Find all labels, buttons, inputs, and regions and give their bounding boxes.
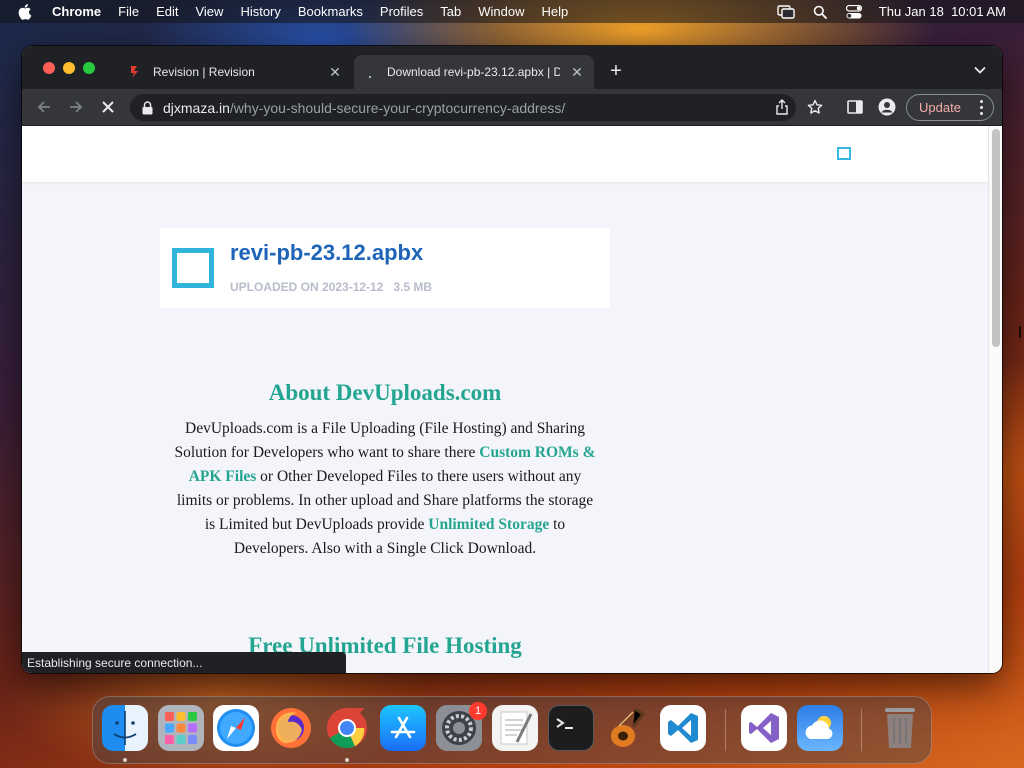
tab-revision[interactable]: Revision | Revision ✕	[120, 55, 352, 89]
dock: 1	[92, 696, 932, 764]
scrollbar-thumb[interactable]	[992, 129, 1000, 347]
launchpad-icon[interactable]	[158, 705, 204, 751]
file-meta: UPLOADED ON 2023-12-12 3.5 MB	[230, 280, 432, 294]
file-info-card: revi-pb-23.12.apbx UPLOADED ON 2023-12-1…	[160, 228, 610, 308]
about-highlight-unlimited-storage: Unlimited Storage	[428, 516, 550, 533]
more-menu-icon[interactable]	[980, 100, 984, 115]
file-icon	[172, 248, 214, 288]
control-center-icon[interactable]	[845, 4, 863, 19]
url-host: djxmaza.in	[163, 99, 230, 116]
finder-icon[interactable]	[102, 705, 148, 751]
menu-bar: Chrome File Edit View History Bookmarks …	[0, 0, 1024, 23]
lock-icon[interactable]	[142, 100, 154, 115]
menu-window[interactable]: Window	[478, 4, 524, 19]
tab-download[interactable]: Download revi-pb-23.12.apbx | DevUploads…	[354, 55, 594, 89]
weather-icon[interactable]	[797, 705, 843, 751]
app-store-icon[interactable]	[380, 705, 426, 751]
chevron-down-icon[interactable]	[972, 62, 988, 78]
site-header	[22, 126, 988, 182]
new-tab-icon[interactable]: +	[604, 59, 628, 83]
tab-close-icon[interactable]: ✕	[569, 64, 585, 80]
profile-avatar-icon[interactable]	[878, 98, 896, 116]
menu-history[interactable]: History	[240, 4, 280, 19]
back-arrow-icon[interactable]	[34, 97, 54, 117]
loading-status-bubble: Establishing secure connection...	[22, 652, 346, 673]
menu-profiles[interactable]: Profiles	[380, 4, 423, 19]
vscode-icon[interactable]	[660, 705, 706, 751]
zoom-window-button[interactable]	[83, 62, 95, 74]
visual-studio-icon[interactable]	[741, 705, 787, 751]
mouse-cursor-icon	[1019, 325, 1024, 339]
screen-mirroring-icon[interactable]	[777, 4, 795, 19]
dock-separator	[861, 709, 862, 751]
tab-strip: Revision | Revision ✕ Download revi-pb-2…	[22, 46, 1002, 89]
close-window-button[interactable]	[43, 62, 55, 74]
menu-file[interactable]: File	[118, 4, 139, 19]
side-panel-icon[interactable]	[846, 98, 864, 116]
apple-icon[interactable]	[18, 3, 32, 20]
update-button-label: Update	[919, 100, 961, 115]
revision-favicon-icon	[128, 64, 144, 80]
file-size: 3.5 MB	[393, 280, 433, 294]
chrome-window: Revision | Revision ✕ Download revi-pb-2…	[22, 46, 1002, 673]
dock-separator	[725, 709, 726, 751]
menu-tab[interactable]: Tab	[440, 4, 461, 19]
upload-date: UPLOADED ON 2023-12-12	[230, 280, 384, 294]
menu-bookmarks[interactable]: Bookmarks	[298, 4, 363, 19]
stop-loading-icon[interactable]	[98, 97, 118, 117]
firefox-icon[interactable]	[268, 705, 314, 751]
menu-app-chrome[interactable]: Chrome	[52, 4, 101, 19]
browser-toolbar: djxmaza.in/why-you-should-secure-your-cr…	[22, 89, 1002, 126]
about-paragraph: DevUploads.com is a File Uploading (File…	[170, 417, 600, 561]
trash-icon[interactable]	[877, 705, 923, 751]
garageband-icon[interactable]	[604, 705, 650, 751]
chrome-icon[interactable]	[324, 705, 370, 751]
safari-icon[interactable]	[213, 705, 259, 751]
spotlight-icon[interactable]	[811, 5, 829, 19]
about-heading: About DevUploads.com	[268, 380, 502, 405]
address-bar[interactable]: djxmaza.in/why-you-should-secure-your-cr…	[130, 94, 796, 121]
menu-help[interactable]: Help	[542, 4, 569, 19]
page-viewport: revi-pb-23.12.apbx UPLOADED ON 2023-12-1…	[22, 126, 988, 673]
dock-running-indicator	[123, 758, 127, 762]
share-icon[interactable]	[774, 99, 790, 115]
minimize-window-button[interactable]	[63, 62, 75, 74]
menubar-clock[interactable]: Thu Jan 18 10:01 AM	[879, 4, 1006, 19]
menu-square-icon[interactable]	[837, 147, 851, 160]
menu-view[interactable]: View	[195, 4, 223, 19]
update-button[interactable]: Update	[906, 94, 994, 121]
notification-badge: 1	[469, 702, 487, 720]
url-text[interactable]: djxmaza.in/why-you-should-secure-your-cr…	[163, 100, 565, 116]
terminal-icon[interactable]	[548, 705, 594, 751]
loading-spinner-icon	[362, 64, 378, 80]
textedit-icon[interactable]	[492, 705, 538, 751]
tab-title: Revision | Revision	[153, 65, 255, 79]
tab-title: Download revi-pb-23.12.apbx | DevUploads	[387, 65, 560, 79]
url-path: /why-you-should-secure-your-cryptocurren…	[229, 99, 566, 116]
page-scrollbar[interactable]	[988, 126, 1002, 673]
menu-edit[interactable]: Edit	[156, 4, 178, 19]
tab-close-icon[interactable]: ✕	[327, 64, 343, 80]
dock-running-indicator	[345, 758, 349, 762]
file-name: revi-pb-23.12.apbx	[230, 240, 424, 265]
bookmark-star-icon[interactable]	[806, 98, 824, 116]
forward-arrow-icon[interactable]	[66, 97, 86, 117]
